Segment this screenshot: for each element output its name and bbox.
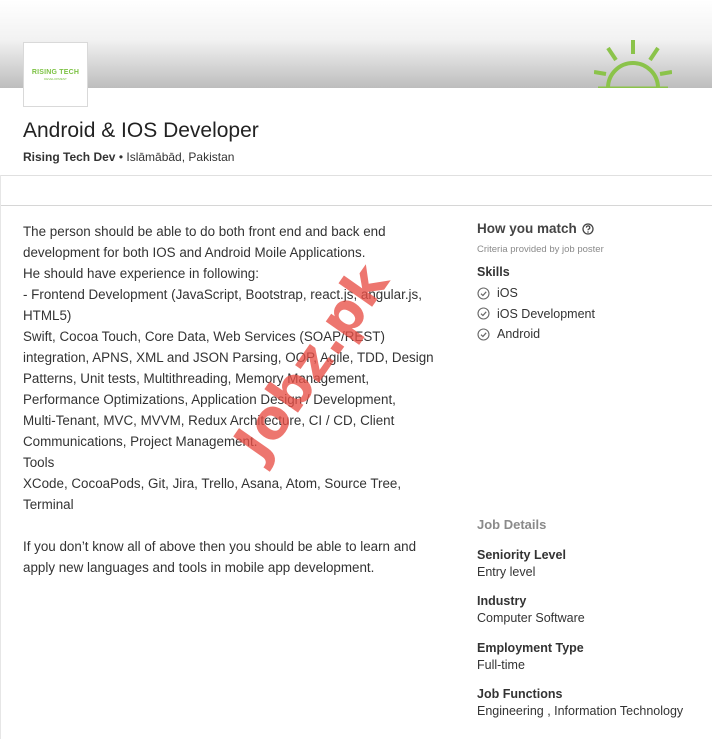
- how-you-match-title: How you match: [477, 221, 577, 236]
- company-logo-text: RISING TECH: [31, 68, 80, 76]
- description-line: The person should be able to do both fro…: [23, 224, 386, 239]
- detail-job-functions: Job Functions Engineering , Information …: [477, 686, 709, 720]
- how-you-match-heading: How you match: [477, 221, 707, 236]
- left-border: [0, 175, 1, 739]
- job-details-panel: Job Details Seniority Level Entry level …: [477, 517, 709, 720]
- job-meta: Rising Tech Dev • Islāmābād, Pakistan: [23, 150, 234, 164]
- skill-item: iOS: [477, 283, 707, 304]
- description-closing-line: If you don’t know all of above then you …: [23, 539, 417, 554]
- detail-employment-type: Employment Type Full-time: [477, 640, 709, 674]
- detail-label: Employment Type: [477, 641, 584, 655]
- meta-separator: •: [118, 150, 124, 164]
- description-line: Swift, Cocoa Touch, Core Data, Web Servi…: [23, 329, 385, 344]
- description-line: XCode, CocoaPods, Git, Jira, Trello, Asa…: [23, 476, 402, 491]
- job-description: The person should be able to do both fro…: [23, 221, 463, 578]
- skill-item: Android: [477, 324, 707, 345]
- header-divider: [0, 175, 712, 176]
- description-closing-line: apply new languages and tools in mobile …: [23, 560, 375, 575]
- job-posting-page: RISING TECH DEVELOPMENT Android & IOS De…: [0, 0, 712, 739]
- detail-value: Entry level: [477, 565, 536, 579]
- skills-heading: Skills: [477, 265, 510, 279]
- check-circle-icon: [477, 328, 490, 341]
- question-circle-icon[interactable]: [582, 222, 594, 235]
- job-location: Islāmābād, Pakistan: [126, 150, 235, 164]
- description-line: Multi-Tenant, MVC, MVVM, Redux Architect…: [23, 413, 395, 428]
- detail-label: Job Functions: [477, 687, 563, 701]
- job-title: Android & IOS Developer: [23, 119, 259, 142]
- description-line: integration, APNS, XML and JSON Parsing,…: [23, 350, 434, 365]
- description-line: Communications, Project Management.: [23, 434, 258, 449]
- sun-logo-icon: [594, 40, 672, 88]
- description-line: HTML5): [23, 308, 72, 323]
- skill-list: iOS iOS Development Android: [477, 283, 707, 345]
- skill-label: Android: [497, 327, 541, 342]
- skill-item: iOS Development: [477, 304, 707, 325]
- header-banner: [0, 0, 712, 88]
- detail-seniority: Seniority Level Entry level: [477, 547, 709, 581]
- description-line: Terminal: [23, 497, 74, 512]
- how-you-match-panel: How you match Criteria provided by job p…: [477, 221, 707, 345]
- detail-value: Engineering , Information Technology: [477, 704, 684, 718]
- description-line: He should have experience in following:: [23, 266, 259, 281]
- detail-value: Full-time: [477, 658, 525, 672]
- section-divider: [0, 205, 712, 206]
- detail-label: Industry: [477, 594, 527, 608]
- description-line: Tools: [23, 455, 55, 470]
- company-logo-subtext: DEVELOPMENT: [44, 76, 67, 81]
- detail-label: Seniority Level: [477, 548, 566, 562]
- criteria-note: Criteria provided by job poster: [477, 244, 604, 255]
- job-details-heading: Job Details: [477, 517, 547, 532]
- skill-label: iOS Development: [497, 306, 595, 321]
- description-line: Patterns, Unit tests, Multithreading, Me…: [23, 371, 370, 386]
- check-circle-icon: [477, 307, 490, 320]
- description-line: - Frontend Development (JavaScript, Boot…: [23, 287, 422, 302]
- detail-industry: Industry Computer Software: [477, 593, 709, 627]
- description-line: Performance Optimizations, Application D…: [23, 392, 396, 407]
- description-line: development for both IOS and Android Moi…: [23, 245, 366, 260]
- description-spacer: [23, 515, 463, 536]
- check-circle-icon: [477, 287, 490, 300]
- company-logo[interactable]: RISING TECH DEVELOPMENT: [23, 42, 88, 107]
- detail-value: Computer Software: [477, 611, 585, 625]
- skill-label: iOS: [497, 286, 518, 301]
- company-name-link[interactable]: Rising Tech Dev: [23, 150, 115, 164]
